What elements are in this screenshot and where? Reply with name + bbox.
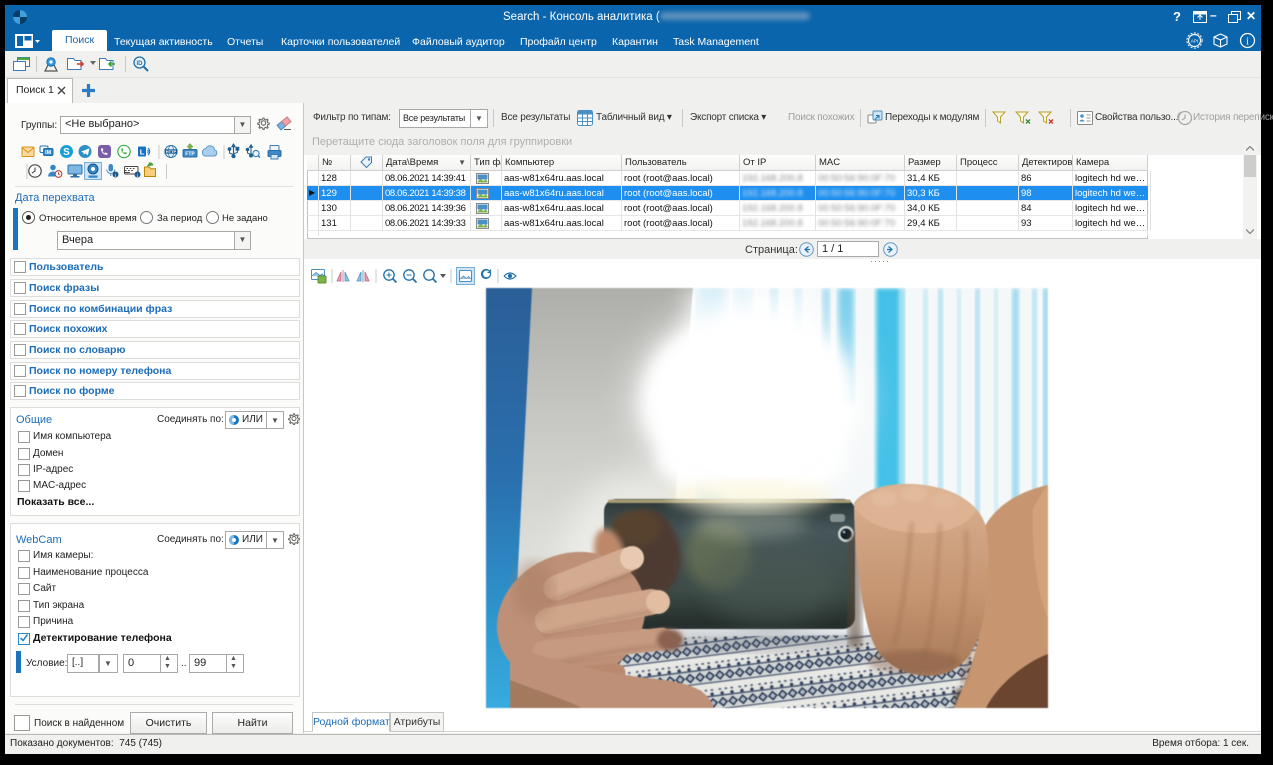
svg-text:S: S — [63, 147, 70, 158]
svg-text:HTTP: HTTP — [166, 149, 177, 154]
svg-text:FTP: FTP — [185, 152, 195, 158]
svg-text:L: L — [140, 148, 145, 157]
svg-text:i: i — [1246, 37, 1249, 48]
svg-text:ID: ID — [137, 61, 144, 67]
svg-text:API: API — [1191, 39, 1198, 44]
svg-text:IM: IM — [45, 150, 52, 156]
